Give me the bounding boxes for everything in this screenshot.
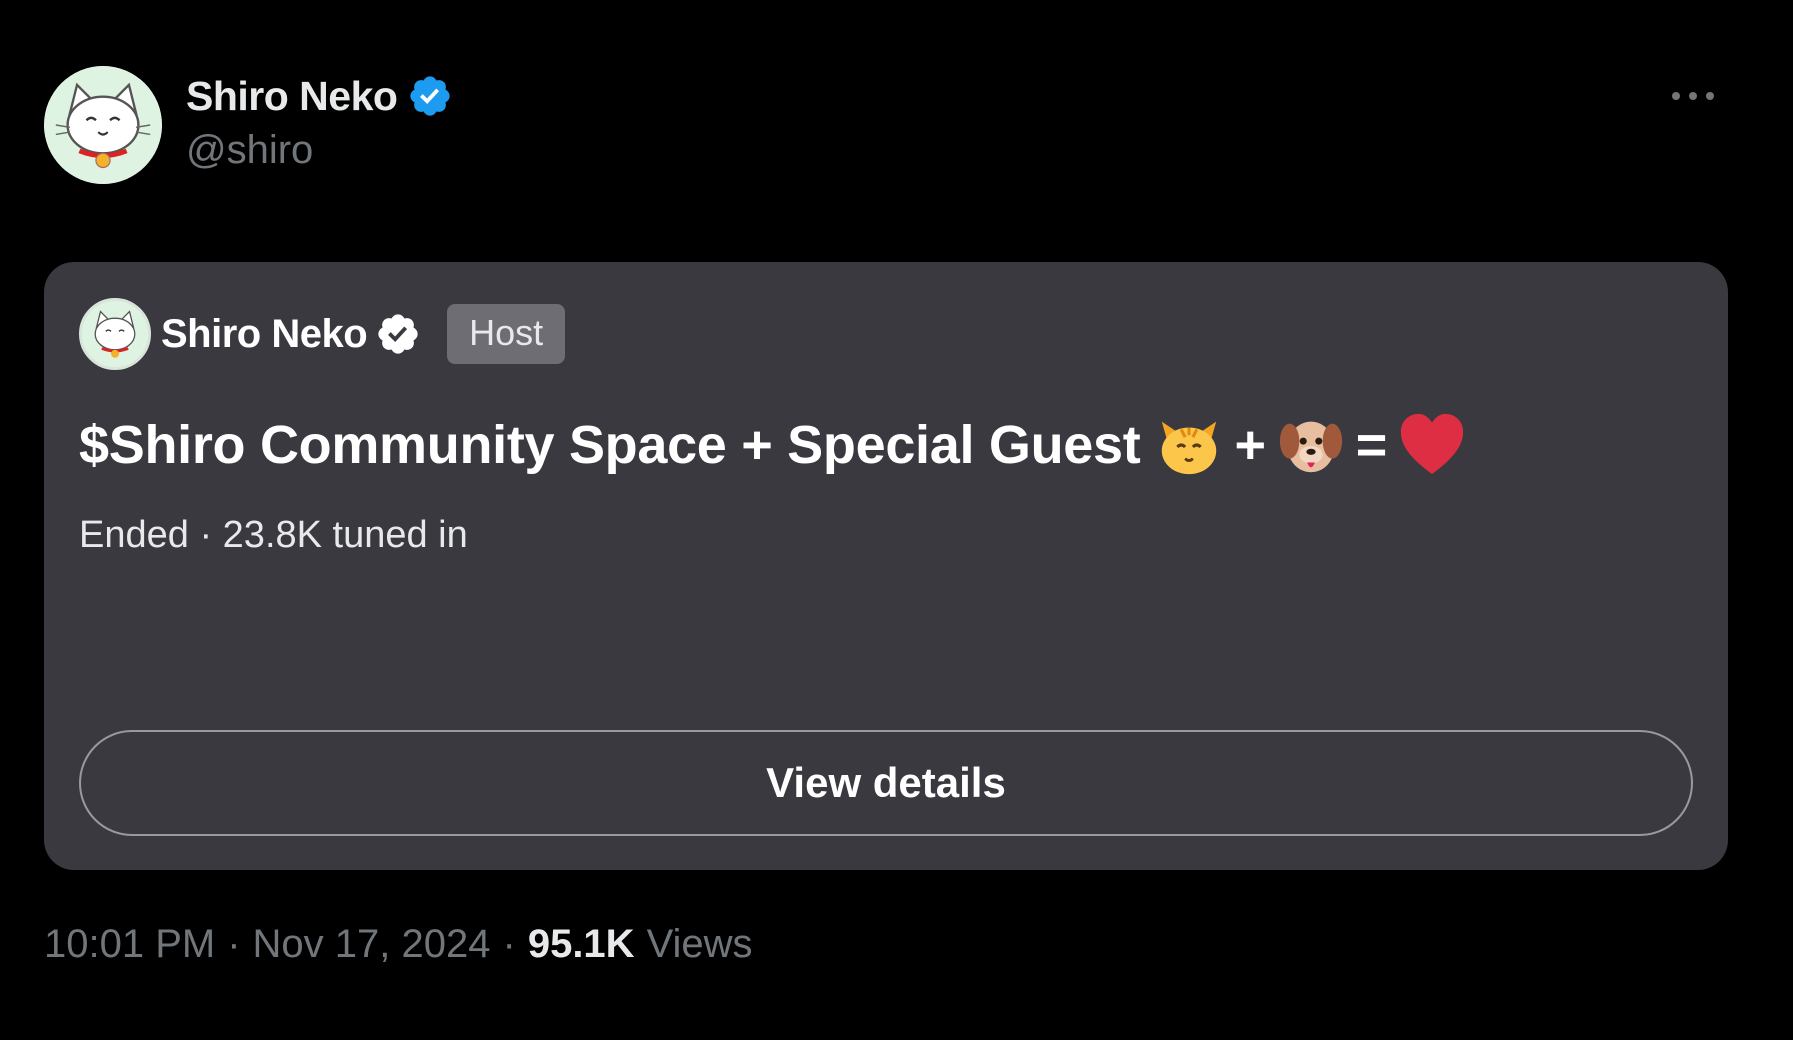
meta-separator-2: · [502,922,516,966]
red-heart-emoji [1397,410,1467,480]
tweet-date[interactable]: Nov 17, 2024 [253,922,491,967]
author-display-name[interactable]: Shiro Neko [186,73,398,120]
cat-face-emoji [1154,410,1224,480]
white-cat-avatar-icon [44,66,162,184]
white-cat-avatar-icon [82,301,148,367]
host-avatar [79,298,151,370]
host-tag: Host [447,304,566,364]
meta-separator: · [227,922,241,966]
space-status: Ended · 23.8K tuned in [79,514,468,557]
more-options-button[interactable] [1665,78,1721,114]
title-equals: = [1355,415,1388,475]
tweet-meta: 10:01 PM · Nov 17, 2024 · 95.1K Views [44,922,753,967]
tweet: Shiro Neko @shiro Shiro Neko Host $Shiro… [0,0,1793,1040]
view-details-button[interactable]: View details [79,730,1693,836]
verified-badge-icon [410,76,451,116]
views-label: Views [646,922,753,966]
tweet-time[interactable]: 10:01 PM [44,922,215,967]
host-verified-icon [378,314,418,354]
title-plus: + [1234,415,1266,475]
more-horizontal-icon [1672,92,1714,100]
space-host-row: Shiro Neko Host [79,297,566,371]
space-status-state: Ended [79,514,189,556]
author-avatar[interactable] [44,66,162,184]
space-listener-count: 23.8K tuned in [222,514,468,556]
dog-face-emoji [1276,410,1346,480]
status-separator: · [199,514,213,556]
space-card[interactable]: Shiro Neko Host $Shiro Community Space +… [44,262,1728,870]
space-title-text: $Shiro Community Space + Special Guest [79,415,1141,475]
host-name: Shiro Neko [161,311,368,356]
author-info: Shiro Neko @shiro [186,70,453,173]
views-count: 95.1K [527,922,635,966]
author-handle[interactable]: @shiro [186,128,453,173]
space-title: $Shiro Community Space + Special Guest + [79,410,1471,480]
